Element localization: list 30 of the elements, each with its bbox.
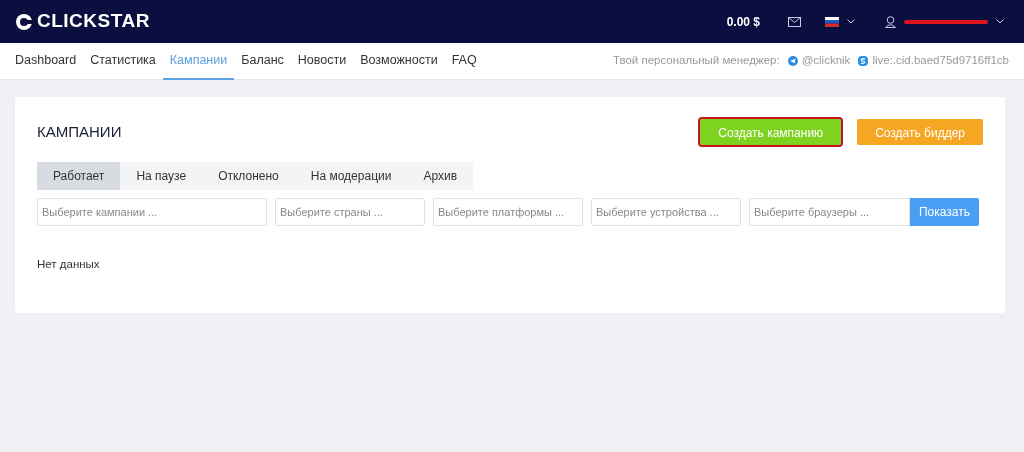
filter-field[interactable]: Выберите кампании ... bbox=[37, 198, 267, 226]
chevron-icon bbox=[847, 19, 855, 24]
skype-icon bbox=[858, 56, 869, 66]
manager-label: Твой персональный менеджер: bbox=[612, 53, 780, 69]
logo-icon bbox=[15, 12, 33, 31]
nav-link[interactable]: Возможности bbox=[353, 42, 445, 80]
empty-message: Нет данных bbox=[37, 257, 101, 272]
nav-link[interactable]: Баланс bbox=[234, 42, 291, 80]
nav-link[interactable]: Статистика bbox=[83, 42, 163, 80]
language-selector[interactable] bbox=[825, 16, 855, 27]
chevron-icon bbox=[996, 19, 1004, 24]
status-tab[interactable]: Архив bbox=[407, 162, 474, 190]
nav-link[interactable]: Новости bbox=[290, 42, 354, 80]
status-tab[interactable]: На модерации bbox=[294, 162, 408, 190]
balance-text: 0.00 $ bbox=[726, 13, 760, 31]
nav-link[interactable]: FAQ bbox=[444, 42, 484, 80]
mail-icon[interactable] bbox=[788, 16, 801, 27]
telegram-icon bbox=[787, 56, 798, 66]
status-tab[interactable]: Работает bbox=[37, 162, 121, 190]
logo-text: CLICKSTAR bbox=[37, 9, 150, 34]
status-tab[interactable]: На паузе bbox=[120, 162, 203, 190]
filter-field[interactable]: Выберите устройства ... bbox=[591, 198, 741, 226]
filter-field[interactable]: Выберите платформы ... bbox=[433, 198, 583, 226]
filter-field[interactable]: Выберите страны ... bbox=[275, 198, 425, 226]
user-menu[interactable] bbox=[885, 15, 1004, 28]
user-icon bbox=[885, 15, 896, 28]
status-tab[interactable]: Отклонено bbox=[202, 162, 295, 190]
page-title: КАМПАНИИ bbox=[37, 123, 122, 141]
filter-field[interactable]: Выберите браузеры ... bbox=[749, 198, 910, 226]
nav-link[interactable]: Dashboard bbox=[15, 42, 84, 80]
